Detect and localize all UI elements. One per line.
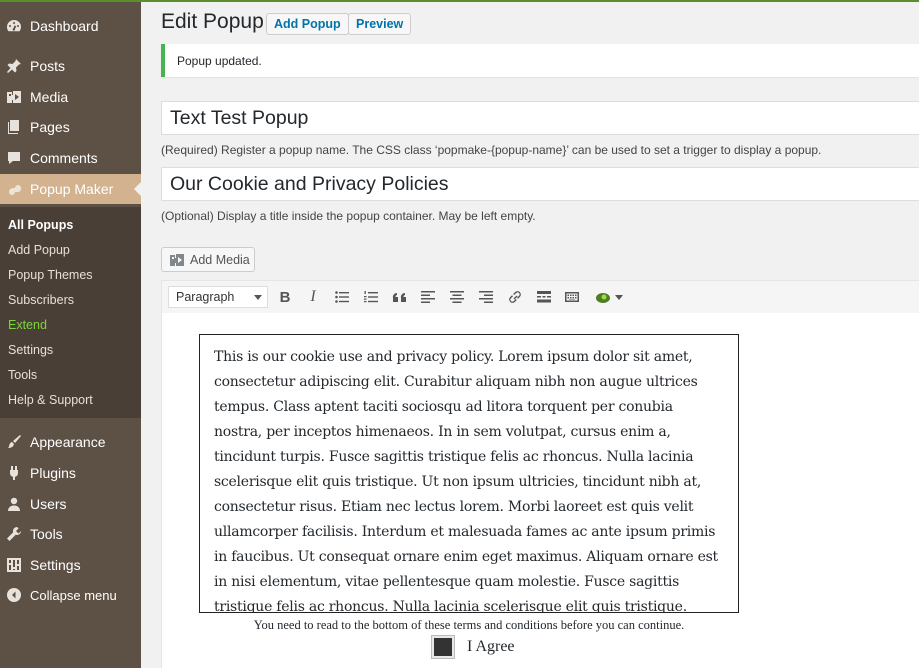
popup-maker-submenu: All Popups Add Popup Popup Themes Subscr… bbox=[0, 207, 141, 418]
sidebar-item-users[interactable]: Users bbox=[0, 489, 141, 519]
preview-button[interactable]: Preview bbox=[348, 13, 412, 35]
submenu-subscribers[interactable]: Subscribers bbox=[8, 293, 74, 307]
sidebar-item-label: Pages bbox=[30, 119, 70, 135]
submenu-popup-themes[interactable]: Popup Themes bbox=[8, 268, 93, 282]
pin-icon bbox=[6, 58, 22, 74]
sidebar-item-settings[interactable]: Settings bbox=[0, 550, 141, 580]
align-center-button[interactable] bbox=[447, 287, 467, 307]
admin-sidebar: Dashboard Posts Media Pages Comments Pop… bbox=[0, 2, 141, 668]
plugin-icon bbox=[6, 465, 22, 481]
quote-icon bbox=[392, 292, 406, 302]
submenu-settings[interactable]: Settings bbox=[8, 343, 53, 357]
settings-sliders-icon bbox=[6, 557, 22, 573]
sidebar-item-comments[interactable]: Comments bbox=[0, 143, 141, 173]
collapse-menu-button[interactable]: Collapse menu bbox=[0, 580, 141, 610]
popup-maker-icon bbox=[6, 181, 22, 197]
add-media-button[interactable]: Add Media bbox=[161, 247, 255, 272]
chevron-down-icon bbox=[614, 294, 623, 300]
bold-button[interactable]: B bbox=[275, 287, 295, 307]
collapse-arrow-icon bbox=[6, 587, 22, 603]
notice-text: Popup updated. bbox=[177, 54, 262, 68]
popup-maker-shortcode-button[interactable] bbox=[591, 287, 625, 307]
comment-icon bbox=[6, 150, 22, 166]
sidebar-item-label: Tools bbox=[30, 526, 63, 542]
sidebar-item-posts[interactable]: Posts bbox=[0, 51, 141, 81]
popup-name-help: (Required) Register a popup name. The CS… bbox=[161, 143, 822, 157]
numbered-list-button[interactable] bbox=[361, 287, 381, 307]
add-popup-button[interactable]: Add Popup bbox=[266, 13, 349, 35]
editor-toolbar: Paragraph B I bbox=[161, 280, 919, 314]
format-select[interactable]: Paragraph bbox=[168, 286, 268, 308]
sidebar-item-plugins[interactable]: Plugins bbox=[0, 458, 141, 488]
sidebar-item-pages[interactable]: Pages bbox=[0, 112, 141, 142]
submenu-tools[interactable]: Tools bbox=[8, 368, 37, 382]
align-left-button[interactable] bbox=[418, 287, 438, 307]
sidebar-item-popup-maker[interactable]: Popup Maker bbox=[0, 174, 141, 204]
sidebar-item-tools[interactable]: Tools bbox=[0, 519, 141, 549]
sidebar-item-label: Media bbox=[30, 89, 69, 105]
align-center-icon bbox=[450, 291, 464, 303]
update-notice: Popup updated. bbox=[161, 44, 919, 77]
popup-title-input[interactable]: Our Cookie and Privacy Policies bbox=[161, 167, 919, 201]
dashboard-icon bbox=[6, 18, 22, 34]
keyboard-icon bbox=[565, 292, 579, 302]
submenu-add-popup[interactable]: Add Popup bbox=[8, 243, 70, 257]
read-more-icon bbox=[537, 291, 551, 303]
agree-checkbox-row[interactable]: I Agree bbox=[431, 634, 515, 660]
sidebar-item-label: Appearance bbox=[30, 434, 106, 450]
toolbar-toggle-button[interactable] bbox=[562, 287, 582, 307]
blockquote-button[interactable] bbox=[390, 287, 410, 307]
sidebar-item-label: Collapse menu bbox=[30, 587, 117, 603]
policy-text: This is our cookie use and privacy polic… bbox=[214, 349, 718, 613]
scroll-notice-text: You need to read to the bottom of these … bbox=[253, 618, 685, 632]
add-media-label: Add Media bbox=[190, 252, 250, 267]
numbered-list-icon bbox=[364, 291, 378, 303]
sidebar-item-label: Dashboard bbox=[30, 18, 99, 34]
sidebar-item-label: Popup Maker bbox=[30, 181, 114, 197]
agree-label: I Agree bbox=[467, 638, 515, 655]
sidebar-item-dashboard[interactable]: Dashboard bbox=[0, 11, 141, 41]
read-more-button[interactable] bbox=[534, 287, 554, 307]
editor-content-area[interactable]: This is our cookie use and privacy polic… bbox=[161, 313, 919, 668]
chevron-down-icon bbox=[254, 295, 262, 300]
sidebar-item-label: Plugins bbox=[30, 465, 76, 481]
submenu-all-popups[interactable]: All Popups bbox=[8, 218, 73, 232]
sidebar-item-appearance[interactable]: Appearance bbox=[0, 427, 141, 457]
popup-maker-icon bbox=[595, 293, 610, 303]
policy-scroll-box[interactable]: This is our cookie use and privacy polic… bbox=[199, 334, 739, 613]
popup-name-input[interactable]: Text Test Popup bbox=[161, 101, 919, 135]
format-select-value: Paragraph bbox=[176, 290, 235, 304]
current-indicator bbox=[134, 182, 141, 196]
sidebar-item-label: Settings bbox=[30, 557, 81, 573]
pages-icon bbox=[6, 119, 22, 135]
popup-title-help: (Optional) Display a title inside the po… bbox=[161, 209, 536, 223]
paint-brush-icon bbox=[6, 434, 22, 450]
page-title: Edit Popup bbox=[161, 10, 264, 33]
sidebar-item-label: Comments bbox=[30, 150, 98, 166]
italic-button[interactable]: I bbox=[303, 287, 323, 307]
submenu-extend[interactable]: Extend bbox=[8, 318, 47, 332]
align-right-button[interactable] bbox=[476, 287, 496, 307]
sidebar-item-label: Users bbox=[30, 496, 67, 512]
bullet-list-button[interactable] bbox=[332, 287, 352, 307]
link-icon bbox=[509, 291, 521, 303]
media-icon bbox=[6, 89, 22, 105]
insert-link-button[interactable] bbox=[505, 287, 525, 307]
wrench-icon bbox=[6, 526, 22, 542]
align-right-icon bbox=[479, 291, 493, 303]
sidebar-item-media[interactable]: Media bbox=[0, 82, 141, 112]
bullet-list-icon bbox=[335, 291, 349, 303]
align-left-icon bbox=[421, 291, 435, 303]
agree-checkbox[interactable] bbox=[431, 635, 455, 659]
sidebar-item-label: Posts bbox=[30, 58, 66, 74]
submenu-help-support[interactable]: Help & Support bbox=[8, 393, 93, 407]
add-media-icon bbox=[169, 252, 185, 268]
user-icon bbox=[6, 496, 22, 512]
